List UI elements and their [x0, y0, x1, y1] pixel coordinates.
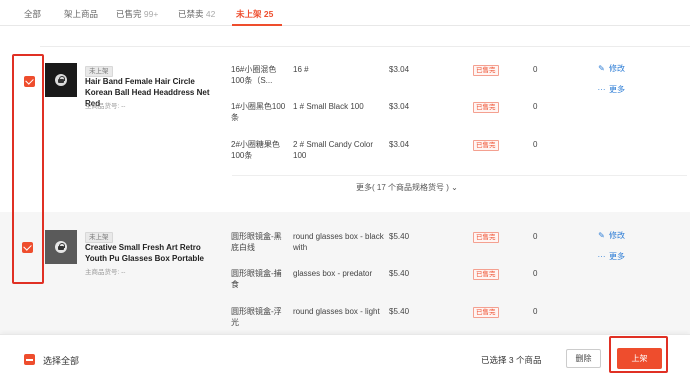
- edit-label: 修改: [609, 231, 625, 240]
- product-sku-label: 主商品货号: --: [85, 103, 126, 110]
- variation-stock: 0: [533, 140, 538, 149]
- active-tab-indicator: [232, 24, 282, 26]
- product-sku-label: 主商品货号: --: [85, 269, 126, 276]
- tab-sold-out[interactable]: 已售完 99+: [116, 8, 158, 20]
- variation-sku: round glasses box - black with: [293, 232, 384, 252]
- product-group: 未上架 Creative Small Fresh Art Retro Youth…: [0, 212, 690, 334]
- tab-all[interactable]: 全部: [24, 8, 41, 20]
- edit-icon: ✎: [598, 231, 605, 240]
- variation-sku: round glasses box - light: [293, 307, 380, 316]
- variation-stock: 0: [533, 102, 538, 111]
- tab-label: 全部: [24, 9, 42, 19]
- variation-name: 2#小圈糖果色100条: [231, 140, 280, 160]
- more-actions-link[interactable]: ··· 更多: [597, 251, 626, 262]
- variation-sku: 1 # Small Black 100: [293, 102, 364, 111]
- variation-sku: glasses box - predator: [293, 269, 373, 278]
- selected-count: 已选择 3 个商品: [481, 355, 542, 365]
- variation-sku: 2 # Small Candy Color 100: [293, 140, 374, 160]
- product-thumbnail[interactable]: [45, 63, 77, 97]
- variation-name: 16#小圈混色100条（S...: [231, 65, 277, 85]
- stock-status-badge: 已售完: [473, 269, 499, 280]
- variation-price: $3.04: [389, 140, 410, 149]
- tab-label: 已售完: [116, 9, 142, 19]
- product-thumbnail[interactable]: [45, 230, 77, 264]
- variation-name: 1#小圈黑色100条: [231, 102, 286, 122]
- checkbox-highlight-box: [12, 54, 44, 284]
- show-more-variations[interactable]: 更多( 17 个商品规格货号 ) ⌄: [356, 182, 458, 193]
- tab-label: 架上商品: [64, 9, 99, 19]
- tab-label: 未上架: [236, 9, 262, 19]
- variation-name: 圆形眼镜盒-黑底白线: [231, 232, 282, 252]
- dots-icon: ···: [597, 252, 606, 261]
- variation-price: $5.40: [389, 307, 410, 316]
- more-label: 更多: [609, 252, 625, 261]
- stock-status-badge: 已售完: [473, 102, 499, 113]
- tab-count: 42: [205, 9, 216, 19]
- tab-label: 已禁卖: [178, 9, 204, 19]
- product-title[interactable]: Creative Small Fresh Art Retro Youth Pu …: [85, 242, 217, 264]
- edit-icon: ✎: [598, 64, 605, 73]
- dots-icon: ···: [597, 85, 606, 94]
- variation-stock: 0: [533, 65, 538, 74]
- variation-price: $3.04: [389, 65, 410, 74]
- show-more-label: 更多( 17 个商品规格货号 ): [356, 183, 449, 192]
- publish-highlight-box: [609, 336, 668, 373]
- tab-unlisted[interactable]: 未上架 25: [236, 8, 273, 20]
- bulk-action-bar: 选择全部 已选择 3 个商品 删除 上架: [0, 334, 690, 384]
- variation-stock: 0: [533, 307, 538, 316]
- variation-stock: 0: [533, 232, 538, 241]
- variation-name: 圆形眼镜盒-浮光: [231, 307, 282, 327]
- variation-price: $5.40: [389, 269, 410, 278]
- variation-price: $5.40: [389, 232, 410, 241]
- row-divider: [232, 175, 687, 176]
- product-group: 未上架 Hair Band Female Hair Circle Korean …: [0, 47, 690, 210]
- status-tabs: 全部 架上商品 已售完 99+ 已禁卖 42 未上架 25: [0, 0, 690, 26]
- tab-count: 25: [263, 9, 274, 19]
- select-all-label[interactable]: 选择全部: [43, 354, 79, 367]
- variation-stock: 0: [533, 269, 538, 278]
- tab-live[interactable]: 架上商品: [64, 8, 98, 20]
- more-label: 更多: [609, 85, 625, 94]
- stock-status-badge: 已售完: [473, 307, 499, 318]
- variation-name: 圆形眼镜盒-捕食: [231, 269, 282, 289]
- lock-icon: [55, 74, 67, 86]
- stock-status-badge: 已售完: [473, 232, 499, 243]
- lock-icon: [55, 241, 67, 253]
- edit-link[interactable]: ✎ 修改: [597, 63, 625, 74]
- tab-count: 99+: [143, 9, 159, 19]
- select-all-checkbox[interactable]: [24, 354, 35, 365]
- stock-status-badge: 已售完: [473, 65, 499, 76]
- delete-button[interactable]: 删除: [566, 349, 601, 368]
- edit-label: 修改: [609, 64, 625, 73]
- more-actions-link[interactable]: ··· 更多: [597, 84, 626, 95]
- tab-banned[interactable]: 已禁卖 42: [178, 8, 215, 20]
- variation-price: $3.04: [389, 102, 410, 111]
- variation-sku: 16 #: [293, 65, 309, 74]
- edit-link[interactable]: ✎ 修改: [597, 230, 625, 241]
- stock-status-badge: 已售完: [473, 140, 499, 151]
- chevron-down-icon: ⌄: [451, 183, 458, 192]
